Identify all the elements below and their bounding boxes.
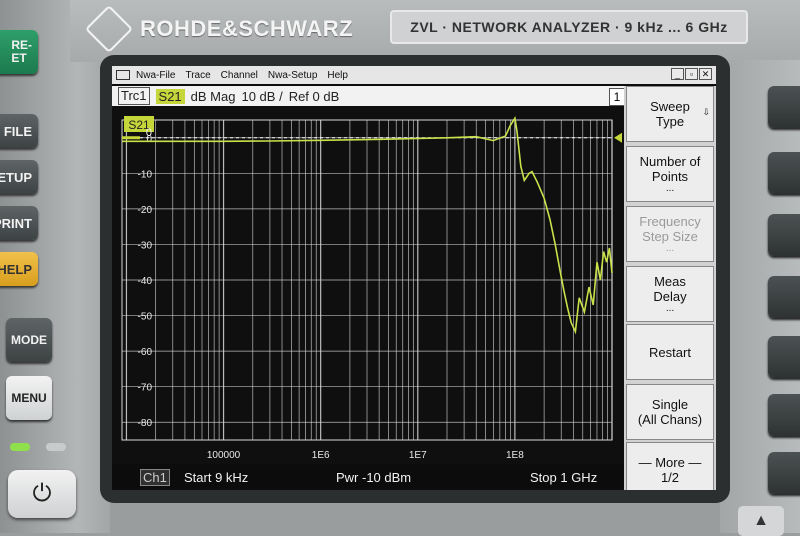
x-tick-label: 1E6 [312,450,330,461]
source-power[interactable]: Pwr -10 dBm [336,470,411,485]
ref-label: Ref 0 dB [288,88,340,104]
status-led-off [46,443,66,451]
x-tick-label: 1E7 [409,450,427,461]
help-key[interactable]: HELP [0,252,38,286]
channel-label[interactable]: Ch1 [140,469,170,486]
arrow-up-icon: ▲ [753,512,769,529]
display-screen: Nwa-File Trace Channel Nwa-Setup Help _ … [112,66,716,490]
side-key-5[interactable] [768,336,800,378]
window-system-icon[interactable] [116,70,130,80]
close-icon[interactable]: ✕ [699,68,712,80]
y-tick-label: -40 [138,276,153,287]
measurement-label[interactable]: S21 [155,88,185,104]
single-all-chans-softkey[interactable]: Single (All Chans) [626,384,714,440]
ellipsis-indicator: ... [665,303,675,314]
y-tick-label: -60 [138,347,153,358]
power-button[interactable]: ⏻ [8,470,76,518]
restore-icon[interactable]: ▫ [685,68,698,80]
x-tick-label: 100000 [207,450,241,461]
menu-help[interactable]: Help [327,70,348,81]
power-icon: ⏻ [32,480,52,507]
number-of-points-label: Number of Points [639,154,701,184]
reference-marker-icon [614,132,622,143]
y-tick-label: -50 [138,312,153,323]
side-key-6[interactable] [768,394,800,436]
side-key-2[interactable] [768,152,800,194]
ellipsis-indicator: ... [665,243,675,254]
side-key-7[interactable] [768,452,800,494]
window-controls: _ ▫ ✕ [671,68,712,80]
sweep-type-softkey[interactable]: Sweep Type ⇩ [626,86,714,142]
frequency-step-size-label: Frequency Step Size [639,214,701,244]
y-tick-label: -30 [138,240,153,251]
y-tick-label: -80 [138,418,153,429]
minimize-icon[interactable]: _ [671,68,684,80]
brand-name: ROHDE&SCHWARZ [140,16,354,41]
model-label: ZVL · NETWORK ANALYZER · 9 kHz ... 6 GHz [390,10,748,44]
channel-number-badge: 1 [609,88,625,106]
y-tick-label: -70 [138,383,153,394]
y-tick-label: -20 [138,205,153,216]
trace-info-bar[interactable]: Trc1 S21 dB Mag 10 dB / Ref 0 dB [112,86,624,106]
ellipsis-indicator: ... [665,183,675,194]
restart-softkey[interactable]: Restart [626,324,714,380]
side-key-1[interactable] [768,86,800,128]
meas-delay-softkey[interactable]: Meas Delay... [626,266,714,322]
menu-nwa-file[interactable]: Nwa-File [136,70,175,81]
ref-level-label: 0 [146,127,152,139]
trace-label[interactable]: Trc1 [118,87,150,105]
sweep-type-label: Sweep Type [650,99,690,129]
status-led-green [10,443,30,451]
submenu-arrow-icon: ⇩ [702,107,710,117]
print-key[interactable]: PRINT [0,206,38,240]
file-key[interactable]: FILE [0,114,38,148]
y-tick-label: -10 [138,169,153,180]
single-all-chans-label: Single (All Chans) [637,397,703,427]
menu-key[interactable]: MENU [6,376,52,420]
s21-chart: 0 -10 -20 -30 -40 -50 -60 -70 -80 100000 1E6 1E7 1E8… [121,115,622,461]
frequency-step-size-softkey[interactable]: Frequency Step Size... [626,206,714,262]
brand-logo: ROHDE&SCHWARZ [84,4,354,54]
meas-delay-label: Meas Delay [653,274,687,304]
more-label: — More — 1/2 [638,455,702,485]
menu-trace[interactable]: Trace [185,70,210,81]
side-key-4[interactable] [768,276,800,318]
menu-nwa-setup[interactable]: Nwa-Setup [268,70,317,81]
stop-frequency[interactable]: Stop 1 GHz [530,470,597,485]
side-key-3[interactable] [768,214,800,256]
mode-key[interactable]: MODE [6,318,52,362]
menu-bar: Nwa-File Trace Channel Nwa-Setup Help _ … [112,66,716,84]
scale-label: 10 dB / [241,88,283,104]
trace-diagram[interactable]: 0 -10 -20 -30 -40 -50 -60 -70 -80 100000 1E6 1E7 1E8… [112,106,624,490]
restart-label: Restart [649,344,691,360]
rs-logo-icon [84,4,134,54]
number-of-points-softkey[interactable]: Number of Points... [626,146,714,202]
preset-key[interactable]: RE- ET [0,30,38,74]
menu-channel[interactable]: Channel [221,70,258,81]
up-arrow-key[interactable]: ▲ [738,506,784,536]
setup-key[interactable]: SETUP [0,160,38,194]
channel-status-bar: Ch1 Start 9 kHz Pwr -10 dBm Stop 1 GHz [112,464,624,490]
more-softkey[interactable]: — More — 1/2 [626,442,714,490]
softkey-panel: Sweep Type ⇩ Number of Points... Frequency … [624,86,716,490]
x-tick-label: 1E8 [506,450,524,461]
format-label: dB Mag [190,88,236,104]
start-frequency[interactable]: Start 9 kHz [184,470,248,485]
